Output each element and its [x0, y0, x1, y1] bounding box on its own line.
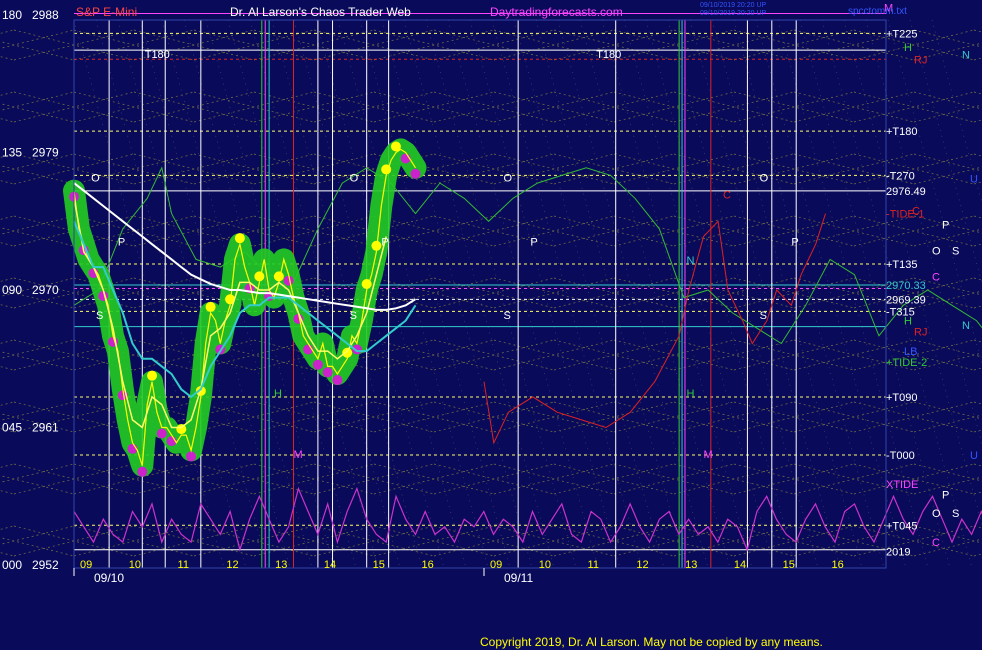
axis-price-label: 2970: [32, 283, 59, 297]
low-dot: [312, 359, 323, 370]
right-level-label: N: [962, 50, 970, 62]
hour-tick-label: 16: [831, 559, 843, 571]
axis-price-label: 2988: [32, 8, 59, 22]
right-level-label: +T090: [886, 392, 918, 404]
right-level-label: H: [904, 42, 912, 54]
right-level-label: +T180: [886, 126, 918, 138]
right-level-label: S: [952, 245, 959, 257]
hour-tick-label: 10: [539, 559, 551, 571]
chart-annotation: T180: [596, 49, 621, 61]
right-level-label: +T135: [886, 259, 918, 271]
right-level-label: +T045: [886, 520, 918, 532]
right-level-label: 2970.33: [886, 280, 926, 292]
right-level-label: P: [942, 219, 949, 231]
chart-annotation: N: [686, 255, 694, 267]
hour-tick-label: 14: [734, 559, 746, 571]
chart-annotation: H: [274, 388, 282, 400]
hour-tick-label: 15: [373, 559, 385, 571]
high-dot: [234, 233, 245, 244]
hour-tick-label: 12: [636, 559, 648, 571]
right-level-label: U: [970, 173, 978, 185]
hour-tick-label: 15: [783, 559, 795, 571]
axis-angle-label: 180: [2, 8, 22, 22]
chart-annotation: T180: [145, 49, 170, 61]
chart-window: M +T225 H N RJ +T180 -T270 U 2976.49 -TIDE-1 C P O S +…: [0, 0, 982, 650]
chart-annotation: P: [118, 237, 125, 249]
right-level-label: +T225: [886, 28, 918, 40]
chart-annotation: S: [350, 310, 357, 322]
day-label: 09/10: [94, 571, 124, 585]
hour-tick-label: 13: [275, 559, 287, 571]
chaos-trader-chart: M+T225HNRJ+T180-T270 U2976.49-TIDE-1CPO S+…: [0, 0, 982, 650]
chart-annotation: S: [96, 310, 103, 322]
timestamp-2: 09/10/2019 20:20 UP: [700, 10, 766, 17]
right-level-label: RJ: [914, 54, 927, 66]
axis-price-label: 2961: [32, 421, 59, 435]
chart-annotation: P: [530, 237, 537, 249]
chart-annotation: C: [723, 189, 731, 201]
right-level-label: O: [932, 508, 941, 520]
right-level-label: S: [952, 508, 959, 520]
hour-tick-label: 14: [324, 559, 336, 571]
right-level-label: -T270: [886, 170, 915, 182]
chart-annotation: S: [504, 310, 511, 322]
right-level-label: P: [942, 490, 949, 502]
chart-annotation: O: [504, 173, 513, 185]
chart-annotation: M: [294, 449, 303, 461]
chart-background: [0, 0, 982, 650]
right-level-label: C: [932, 537, 940, 549]
chart-annotation: M: [704, 449, 713, 461]
low-dot: [156, 428, 167, 439]
chart-annotation: O: [760, 173, 769, 185]
right-level-label: 2969.39: [886, 294, 926, 306]
site-link[interactable]: Daytradingforecasts.com: [490, 5, 623, 19]
axis-angle-label: 090: [2, 283, 22, 297]
hour-tick-label: 13: [685, 559, 697, 571]
chart-annotation: O: [91, 173, 100, 185]
hour-tick-label: 11: [178, 559, 189, 571]
right-level-label: 2976.49: [886, 186, 926, 198]
right-level-label: N: [962, 320, 970, 332]
chart-annotation: P: [381, 237, 388, 249]
right-level-label: O: [932, 245, 941, 257]
day-label: 09/11: [504, 571, 533, 585]
axis-price-label: 2979: [32, 146, 59, 160]
axis-angle-label: 000: [2, 558, 22, 572]
chart-annotation: P: [791, 237, 798, 249]
low-dot: [322, 367, 333, 378]
chart-annotation: S: [760, 310, 767, 322]
copyright: Copyright 2019, Dr. Al Larson. May not b…: [480, 635, 823, 649]
right-level-label: XTIDE: [886, 479, 918, 491]
chart-annotation: H: [686, 388, 694, 400]
low-dot: [186, 451, 197, 462]
timestamp-1: 09/10/2019 20:20 UP: [700, 2, 766, 9]
right-level-label: RJ: [914, 326, 927, 338]
right-level-label: U: [970, 450, 978, 462]
low-dot: [410, 168, 421, 179]
right-level-label: C: [932, 271, 940, 283]
high-dot: [147, 370, 158, 381]
right-level-label: C: [912, 206, 920, 218]
hour-tick-label: 10: [129, 559, 141, 571]
hour-tick-label: 11: [588, 559, 599, 571]
chart-annotation: O: [350, 173, 359, 185]
right-level-label: H: [904, 316, 912, 328]
right-level-label: +TIDE-2: [886, 357, 927, 369]
right-level-label: -T000: [886, 450, 915, 462]
low-dot: [332, 375, 343, 386]
axis-angle-label: 045: [2, 421, 22, 435]
instrument-label: S&P E-Mini: [76, 5, 137, 19]
chart-title: Dr. Al Larson's Chaos Trader Web: [230, 5, 411, 19]
data-file-label: spcctomm.txt: [848, 6, 907, 17]
hour-tick-label: 16: [421, 559, 433, 571]
right-level-label: 2019: [886, 546, 910, 558]
axis-price-label: 2952: [32, 558, 59, 572]
high-dot: [205, 301, 216, 312]
axis-angle-label: 135: [2, 146, 22, 160]
low-dot: [137, 466, 148, 477]
hour-tick-label: 09: [490, 559, 502, 571]
hour-tick-label: 09: [80, 559, 92, 571]
hour-tick-label: 12: [226, 559, 238, 571]
